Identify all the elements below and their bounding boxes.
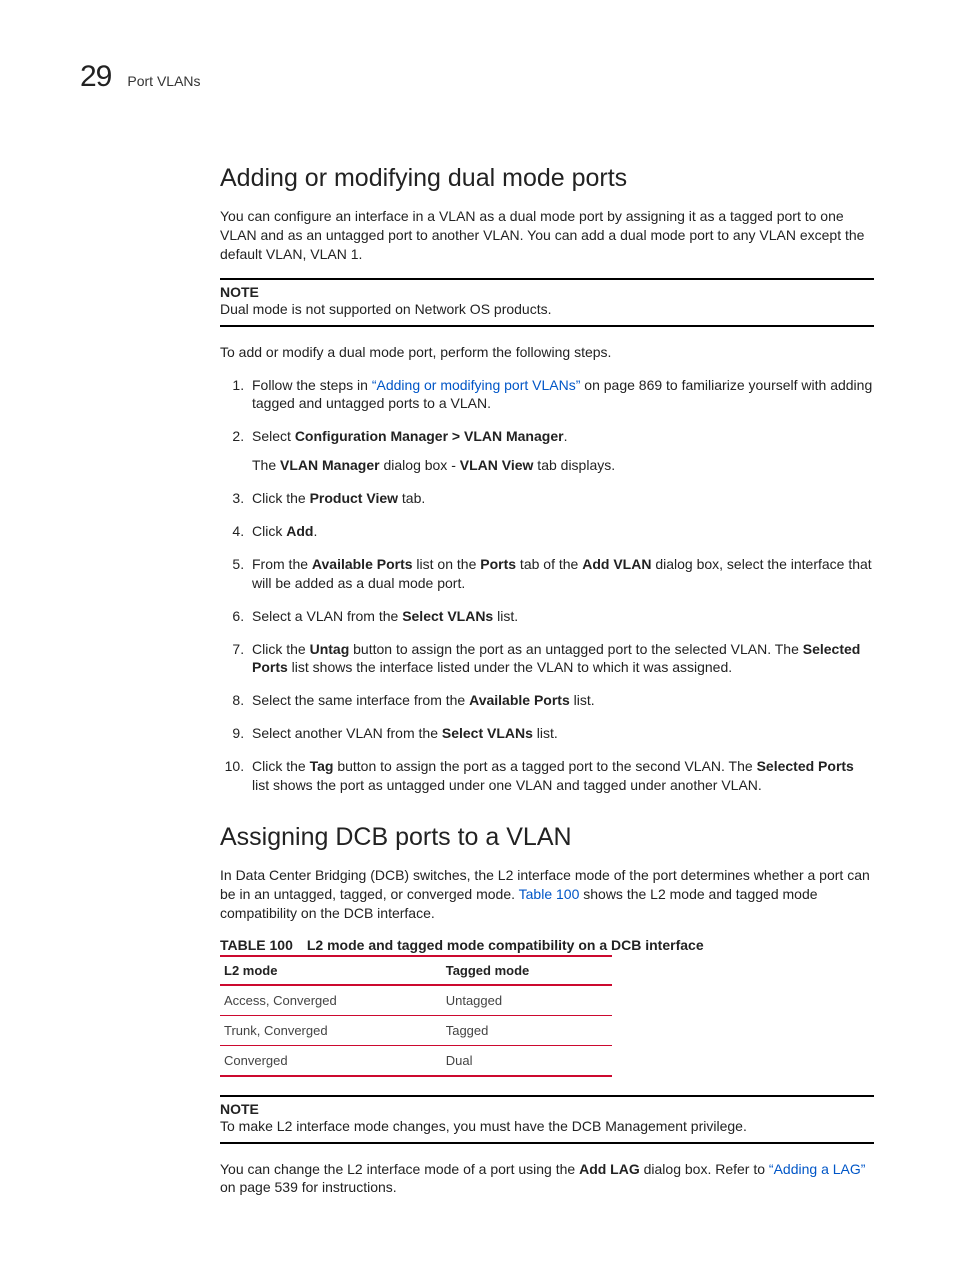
intro-paragraph: You can configure an interface in a VLAN… xyxy=(220,207,874,264)
step-text: Select another VLAN from the xyxy=(252,725,442,741)
table-header-tagged-mode: Tagged mode xyxy=(442,956,613,985)
table-title: TABLE 100 L2 mode and tagged mode compati… xyxy=(220,937,874,953)
step-text: list. xyxy=(493,608,518,624)
ui-element: Add VLAN xyxy=(582,556,651,572)
ui-element: Product View xyxy=(310,490,398,506)
paragraph-text: You can change the L2 interface mode of … xyxy=(220,1161,579,1177)
menu-path: Configuration Manager > VLAN Manager xyxy=(295,428,564,444)
step-text: Click the xyxy=(252,490,310,506)
ui-element: Add LAG xyxy=(579,1161,640,1177)
xref-adding-a-lag[interactable]: “Adding a LAG” xyxy=(769,1161,866,1177)
step-text: dialog box - xyxy=(380,457,460,473)
step-text: button to assign the port as a tagged po… xyxy=(333,758,756,774)
ui-element: VLAN View xyxy=(460,457,534,473)
step-text: Click the xyxy=(252,641,310,657)
page: 29 Port VLANs Adding or modifying dual m… xyxy=(0,0,954,1271)
step-text: tab displays. xyxy=(533,457,615,473)
xref-table-100[interactable]: Table 100 xyxy=(519,886,580,902)
step-5: From the Available Ports list on the Por… xyxy=(248,555,874,593)
ui-element: Selected Ports xyxy=(757,758,854,774)
table-cell: Access, Converged xyxy=(220,985,442,1016)
step-text: Click the xyxy=(252,758,310,774)
section-heading-dual-mode: Adding or modifying dual mode ports xyxy=(220,164,874,193)
paragraph-text: dialog box. Refer to xyxy=(640,1161,769,1177)
table-row: Trunk, Converged Tagged xyxy=(220,1015,612,1045)
steps-list: Follow the steps in “Adding or modifying… xyxy=(220,376,874,795)
ui-element: Select VLANs xyxy=(402,608,493,624)
ui-element: Untag xyxy=(310,641,350,657)
step-3: Click the Product View tab. xyxy=(248,489,874,508)
note-label: NOTE xyxy=(220,1101,874,1117)
ui-element: Ports xyxy=(480,556,516,572)
step-text: list. xyxy=(570,692,595,708)
table-cell: Dual xyxy=(442,1045,613,1076)
table-header-row: L2 mode Tagged mode xyxy=(220,956,612,985)
running-head: Port VLANs xyxy=(127,73,200,89)
ui-element: Available Ports xyxy=(469,692,570,708)
ui-element: VLAN Manager xyxy=(280,457,380,473)
step-text: tab of the xyxy=(516,556,582,572)
step-text: Select a VLAN from the xyxy=(252,608,402,624)
table-cell: Trunk, Converged xyxy=(220,1015,442,1045)
ui-element: Select VLANs xyxy=(442,725,533,741)
step-text: list shows the port as untagged under on… xyxy=(252,777,762,793)
note-text: Dual mode is not supported on Network OS… xyxy=(220,301,552,317)
step-text: . xyxy=(313,523,317,539)
step-text: The xyxy=(252,457,280,473)
step-text: . xyxy=(564,428,568,444)
step-2: Select Configuration Manager > VLAN Mana… xyxy=(248,427,874,475)
step-6: Select a VLAN from the Select VLANs list… xyxy=(248,607,874,626)
paragraph-text: on page 539 for instructions. xyxy=(220,1179,397,1195)
table-caption: L2 mode and tagged mode compatibility on… xyxy=(307,937,704,953)
note-label: NOTE xyxy=(220,284,874,300)
step-7: Click the Untag button to assign the por… xyxy=(248,640,874,678)
step-9: Select another VLAN from the Select VLAN… xyxy=(248,724,874,743)
step-4: Click Add. xyxy=(248,522,874,541)
step-1: Follow the steps in “Adding or modifying… xyxy=(248,376,874,414)
step-text: Click xyxy=(252,523,286,539)
table-cell: Untagged xyxy=(442,985,613,1016)
step-text: Select the same interface from the xyxy=(252,692,469,708)
step-text: tab. xyxy=(398,490,425,506)
step-10: Click the Tag button to assign the port … xyxy=(248,757,874,795)
step-8: Select the same interface from the Avail… xyxy=(248,691,874,710)
table-cell: Converged xyxy=(220,1045,442,1076)
step-text: From the xyxy=(252,556,312,572)
ui-element: Available Ports xyxy=(312,556,413,572)
intro-paragraph-dcb: In Data Center Bridging (DCB) switches, … xyxy=(220,866,874,923)
step-text: Follow the steps in xyxy=(252,377,372,393)
ui-element: Tag xyxy=(310,758,334,774)
table-label: TABLE 100 xyxy=(220,937,293,953)
note-text: To make L2 interface mode changes, you m… xyxy=(220,1118,747,1134)
step-result: The VLAN Manager dialog box - VLAN View … xyxy=(252,456,874,475)
step-text: list on the xyxy=(413,556,481,572)
xref-adding-port-vlans[interactable]: “Adding or modifying port VLANs” xyxy=(372,377,581,393)
step-text: Select xyxy=(252,428,295,444)
note-block-dcb: NOTE To make L2 interface mode changes, … xyxy=(220,1095,874,1144)
outro-paragraph: You can change the L2 interface mode of … xyxy=(220,1160,874,1198)
page-content: Adding or modifying dual mode ports You … xyxy=(220,164,874,1197)
page-header: 29 Port VLANs xyxy=(80,60,874,94)
table-row: Access, Converged Untagged xyxy=(220,985,612,1016)
ui-element: Add xyxy=(286,523,313,539)
step-text: list. xyxy=(533,725,558,741)
chapter-number: 29 xyxy=(80,60,111,94)
table-header-l2-mode: L2 mode xyxy=(220,956,442,985)
step-text: list shows the interface listed under th… xyxy=(288,659,732,675)
section-heading-dcb: Assigning DCB ports to a VLAN xyxy=(220,823,874,852)
note-block-dual-mode: NOTE Dual mode is not supported on Netwo… xyxy=(220,278,874,327)
table-l2-compatibility: L2 mode Tagged mode Access, Converged Un… xyxy=(220,955,612,1077)
step-text: button to assign the port as an untagged… xyxy=(349,641,803,657)
table-cell: Tagged xyxy=(442,1015,613,1045)
table-row: Converged Dual xyxy=(220,1045,612,1076)
lead-in-paragraph: To add or modify a dual mode port, perfo… xyxy=(220,343,874,362)
